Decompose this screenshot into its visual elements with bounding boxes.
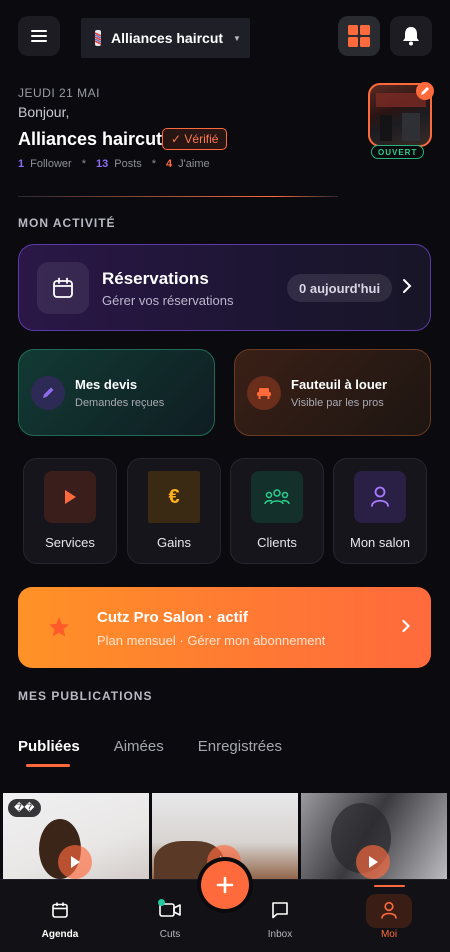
- pencil-icon: [421, 87, 429, 95]
- reservations-subtitle: Gérer vos réservations: [102, 293, 234, 308]
- tile-label: Services: [45, 535, 95, 550]
- barber-pole-icon: [94, 30, 102, 46]
- salon-selector[interactable]: Alliances haircut ▼: [81, 18, 250, 58]
- active-tab-indicator: [26, 764, 70, 767]
- activity-section-title: MON ACTIVITÉ: [18, 216, 116, 230]
- menu-button[interactable]: [18, 16, 60, 56]
- stats-separator: *: [81, 158, 86, 170]
- nav-agenda[interactable]: Agenda: [15, 879, 105, 952]
- posts-label[interactable]: Posts: [114, 158, 142, 170]
- grid-icon: [348, 25, 370, 47]
- tab-liked[interactable]: Aimées: [114, 738, 164, 755]
- user-icon: [380, 899, 398, 921]
- open-status-badge: OUVERT: [371, 145, 425, 159]
- chair-rental-title: Fauteuil à louer: [291, 377, 388, 392]
- reservations-title: Réservations: [102, 269, 209, 288]
- publication-thumbnail[interactable]: [301, 793, 447, 883]
- chevron-right-icon: [402, 619, 410, 633]
- likes-label[interactable]: J'aime: [178, 158, 209, 170]
- likes-count: 4: [166, 158, 173, 170]
- tile-label: Clients: [257, 535, 297, 550]
- reservations-card[interactable]: Réservations Gérer vos réservations 0 au…: [18, 244, 431, 331]
- tile-gains[interactable]: € Gains: [127, 458, 221, 564]
- play-icon: [58, 845, 92, 879]
- calendar-icon: [51, 899, 69, 921]
- grid-button[interactable]: [338, 16, 380, 56]
- posts-count: 13: [95, 158, 109, 170]
- salon-name: Alliances haircut: [111, 30, 224, 46]
- publication-tabs: Publiées Aimées Enregistrées: [18, 738, 282, 755]
- calendar-icon: [37, 262, 89, 314]
- followers-label[interactable]: Follower: [30, 158, 72, 170]
- tile-services[interactable]: Services: [23, 458, 117, 564]
- tab-published[interactable]: Publiées: [18, 738, 80, 755]
- profile-name: Alliances haircut: [18, 129, 163, 149]
- notifications-button[interactable]: [390, 16, 432, 56]
- followers-count: 1: [18, 158, 25, 170]
- avatar-detail: [380, 115, 392, 141]
- users-icon: [251, 471, 303, 523]
- star-icon: [49, 617, 69, 637]
- tile-my-salon[interactable]: Mon salon: [333, 458, 427, 564]
- create-post-button[interactable]: [201, 861, 249, 909]
- chat-icon: [271, 899, 289, 921]
- pro-subscription-card[interactable]: Cutz Pro Salon · actif Plan mensuel · Gé…: [18, 587, 431, 668]
- publications-section-title: MES PUBLICATIONS: [18, 689, 153, 703]
- chair-rental-card[interactable]: Fauteuil à louer Visible par les pros: [234, 349, 431, 436]
- current-date: JEUDI 21 MAI: [18, 86, 101, 100]
- nav-moi[interactable]: Moi: [344, 879, 434, 952]
- divider: [18, 196, 338, 197]
- nav-label: Inbox: [267, 929, 293, 940]
- tile-clients[interactable]: Clients: [230, 458, 324, 564]
- chevron-right-icon: [403, 279, 412, 293]
- nav-label: Agenda: [41, 929, 79, 940]
- tile-label: Gains: [157, 535, 191, 550]
- verified-badge: ✓ Vérifié: [162, 128, 228, 150]
- bell-icon: [403, 27, 419, 46]
- plus-icon: [216, 876, 234, 894]
- euro-icon: €: [148, 471, 200, 523]
- nav-label: Moi: [380, 929, 398, 940]
- new-content-dot: [158, 899, 165, 906]
- play-icon: [356, 845, 390, 879]
- nav-inbox[interactable]: Inbox: [235, 879, 325, 952]
- top-bar: Alliances haircut ▼: [18, 16, 432, 58]
- user-icon: [354, 471, 406, 523]
- edit-avatar-button[interactable]: [416, 82, 434, 100]
- greeting: Bonjour,: [18, 104, 70, 120]
- tile-label: Mon salon: [350, 535, 410, 550]
- reservations-today-badge: 0 aujourd'hui: [287, 274, 393, 302]
- quotes-title: Mes devis: [75, 377, 138, 392]
- chevron-down-icon: ▼: [233, 33, 241, 43]
- quotes-subtitle: Demandes reçues: [75, 397, 165, 409]
- profile-stats: 1 Follower * 13 Posts * 4 J'aime: [18, 158, 210, 170]
- hamburger-icon: [31, 30, 47, 42]
- play-icon: [44, 471, 96, 523]
- chair-rental-subtitle: Visible par les pros: [291, 397, 384, 409]
- nav-label: Cuts: [159, 929, 181, 940]
- avatar-detail: [402, 113, 420, 141]
- pro-subtitle: Plan mensuel · Gérer mon abonnement: [97, 633, 326, 648]
- pro-title: Cutz Pro Salon · actif: [97, 609, 248, 626]
- pencil-icon: [31, 376, 65, 410]
- stats-separator: *: [151, 158, 157, 170]
- tab-saved[interactable]: Enregistrées: [198, 738, 282, 755]
- pinned-badge: ��: [8, 799, 41, 817]
- quotes-card[interactable]: Mes devis Demandes reçues: [18, 349, 215, 436]
- armchair-icon: [247, 376, 281, 410]
